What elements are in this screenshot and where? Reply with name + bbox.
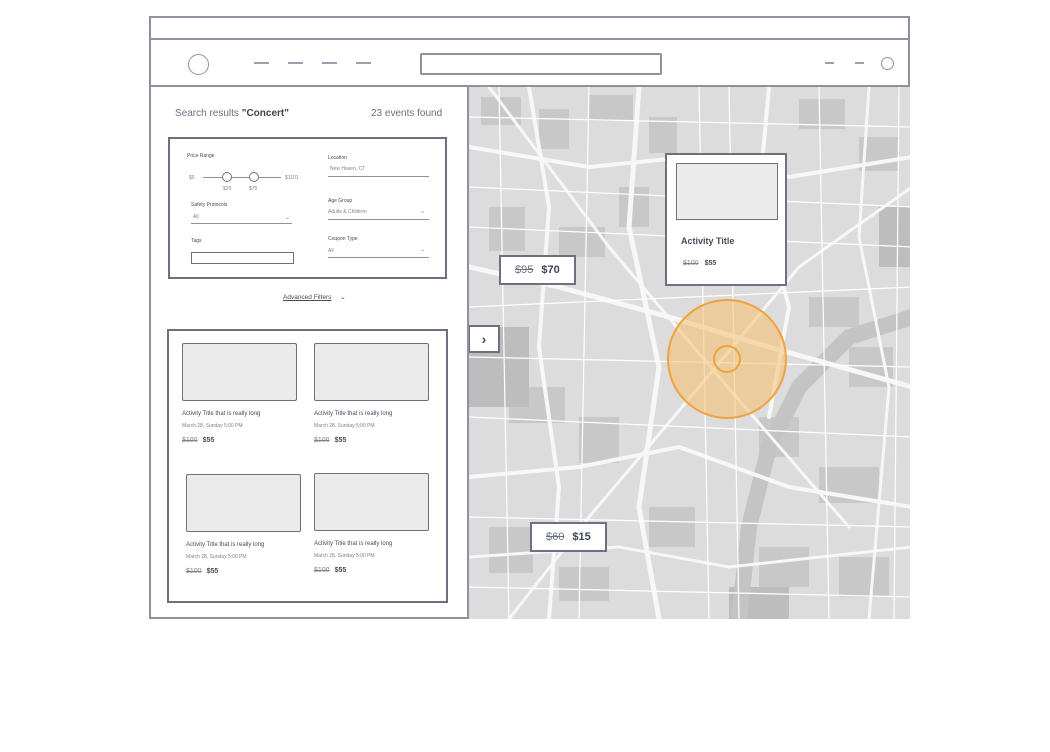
coupon-chevron-down-icon[interactable]: ⌄	[420, 246, 425, 253]
map-price-pin[interactable]: $95 $70	[499, 255, 576, 285]
chevron-right-icon: ›	[481, 331, 487, 347]
card-price: $100 $55	[186, 568, 306, 575]
pin-old-price: $95	[515, 264, 534, 276]
tags-label: Tags	[191, 238, 202, 244]
coupon-label: Coupon Type	[328, 236, 358, 242]
pin-new-price: $70	[541, 264, 560, 276]
safety-select[interactable]: All	[193, 214, 199, 220]
filter-panel: Price Range $0 $25 $75 $1101 Location Ne…	[168, 137, 447, 279]
card-old-price: $100	[314, 567, 330, 574]
price-slider-track[interactable]	[203, 177, 281, 178]
advanced-filters-link[interactable]: Advanced Filters	[283, 294, 331, 301]
card-new-price: $55	[334, 567, 347, 574]
nav-action-2[interactable]	[855, 62, 864, 64]
card-price: $100 $55	[182, 437, 302, 444]
age-group-label: Age Group	[328, 198, 353, 204]
popup-title: Activity Title	[681, 236, 735, 246]
card-new-price: $55	[334, 437, 347, 444]
top-navbar	[151, 40, 908, 87]
price-slider-high-thumb[interactable]	[249, 172, 259, 182]
card-title: Activity Title that is really long	[182, 411, 261, 417]
card-date: March 28, Sunday 5:00 PM	[186, 554, 247, 560]
card-image	[182, 343, 297, 401]
card-date: March 28, Sunday 5:00 PM	[314, 423, 375, 429]
card-price: $100 $55	[314, 437, 434, 444]
price-low-value: $25	[223, 186, 232, 192]
results-pane: Search results "Concert" 23 events found…	[151, 87, 467, 619]
price-min-label: $0	[189, 175, 195, 181]
map-activity-popup[interactable]: Activity Title $100 $55	[665, 153, 787, 286]
map-view[interactable]: › $95 $70 $60 $15 Activity Title $100 $55	[467, 87, 910, 619]
pin-new-price: $15	[572, 531, 591, 543]
search-input[interactable]	[420, 53, 662, 75]
price-range-label: Price Range	[187, 153, 215, 159]
results-prefix: Search results	[175, 108, 242, 119]
nav-link-2[interactable]	[288, 62, 303, 64]
map-price-pin[interactable]: $60 $15	[530, 522, 607, 552]
age-group-underline	[328, 219, 429, 220]
nav-link-4[interactable]	[356, 62, 371, 64]
location-field[interactable]: New Haven, CT	[330, 166, 365, 172]
card-new-price: $55	[202, 437, 215, 444]
safety-underline	[191, 223, 292, 224]
popup-old-price: $100	[683, 260, 699, 267]
card-price: $100 $55	[314, 567, 434, 574]
location-underline	[328, 176, 429, 177]
advanced-filters-chevron-down-icon[interactable]: ⌄	[340, 293, 346, 301]
price-max-label: $1101	[285, 175, 299, 181]
result-card[interactable]: Activity Title that is really long March…	[186, 474, 306, 575]
card-title: Activity Title that is really long	[186, 542, 265, 548]
nav-link-3[interactable]	[322, 62, 337, 64]
age-group-select[interactable]: Adults & Children	[328, 209, 367, 215]
card-title: Activity Title that is really long	[314, 411, 393, 417]
window-titlebar	[151, 18, 908, 40]
card-new-price: $55	[206, 568, 219, 575]
result-card[interactable]: Activity Title that is really long March…	[314, 343, 434, 444]
price-slider-low-thumb[interactable]	[222, 172, 232, 182]
card-image	[314, 473, 429, 531]
card-date: March 28, Sunday 5:00 PM	[314, 553, 375, 559]
collapse-panel-toggle[interactable]: ›	[469, 325, 500, 353]
popup-image	[676, 163, 778, 220]
result-card[interactable]: Activity Title that is really long March…	[314, 473, 434, 574]
card-date: March 28, Sunday 5:00 PM	[182, 423, 243, 429]
result-card[interactable]: Activity Title that is really long March…	[182, 343, 302, 444]
results-count: 23 events found	[371, 108, 443, 119]
browser-window: Search results "Concert" 23 events found…	[149, 16, 910, 619]
card-image	[186, 474, 301, 532]
nav-action-1[interactable]	[825, 62, 834, 64]
card-old-price: $100	[182, 437, 198, 444]
pin-old-price: $60	[546, 531, 565, 543]
coupon-select[interactable]: All	[328, 248, 334, 254]
price-high-value: $75	[249, 186, 258, 192]
logo-icon[interactable]	[188, 54, 209, 75]
tags-input[interactable]	[191, 252, 294, 264]
card-title: Activity Title that is really long	[314, 541, 393, 547]
results-grid: Activity Title that is really long March…	[167, 329, 448, 603]
safety-label: Safety Protocols	[191, 202, 228, 208]
safety-chevron-down-icon[interactable]: ⌄	[285, 214, 290, 221]
card-image	[314, 343, 429, 401]
search-query: "Concert"	[241, 108, 289, 119]
age-group-chevron-down-icon[interactable]: ⌄	[420, 208, 425, 215]
coupon-underline	[328, 257, 429, 258]
location-marker-icon[interactable]	[713, 345, 741, 373]
card-old-price: $100	[186, 568, 202, 575]
location-label: Location	[328, 155, 347, 161]
profile-icon[interactable]	[881, 57, 894, 70]
card-old-price: $100	[314, 437, 330, 444]
results-heading: Search results "Concert"	[175, 108, 289, 119]
popup-new-price: $55	[704, 260, 717, 267]
popup-price: $100 $55	[683, 260, 716, 267]
nav-link-1[interactable]	[254, 62, 269, 64]
